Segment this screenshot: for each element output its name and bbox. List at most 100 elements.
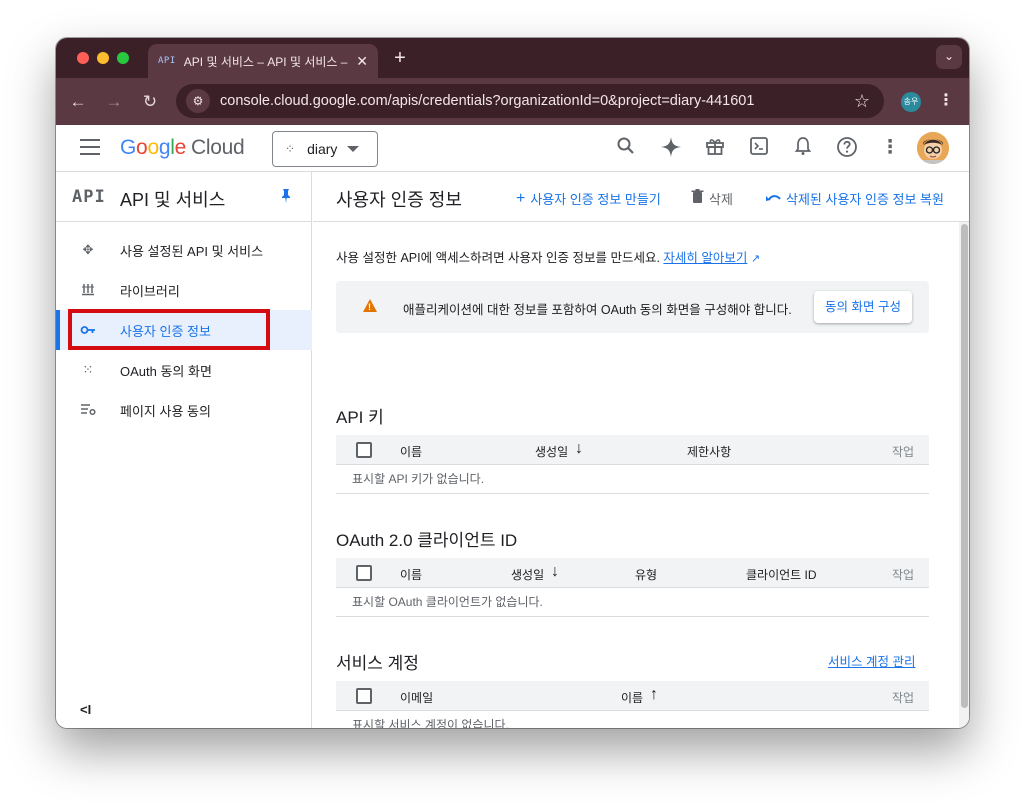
more-options-icon[interactable]: ⋮: [878, 136, 902, 160]
oauth-consent-icon: ⁙: [82, 362, 94, 377]
column-created[interactable]: 생성일: [535, 443, 568, 460]
column-actions: 작업: [892, 691, 915, 705]
select-all-checkbox[interactable]: [356, 565, 372, 581]
empty-state-row: 표시할 서비스 계정이 없습니다.: [336, 711, 929, 728]
oauth-clients-table: 이름 생성일 ↓ 유형 클라이언트 ID 작업 표시할 OAuth 클라이언트가…: [336, 558, 929, 617]
sidebar-title: API 및 서비스: [120, 190, 226, 210]
column-name[interactable]: 이름: [400, 566, 422, 583]
page-header: 사용자 인증 정보 + 사용자 인증 정보 만들기 삭제 삭제된 사용자 인증 …: [313, 172, 969, 222]
gift-icon[interactable]: [703, 136, 727, 160]
trash-icon: [691, 189, 704, 208]
banner-text: 애플리케이션에 대한 정보를 포함하여 OAuth 동의 화면을 구성해야 합니…: [403, 303, 792, 317]
column-actions: 작업: [892, 445, 915, 459]
service-accounts-title: 서비스 계정: [336, 654, 419, 673]
user-avatar[interactable]: [917, 132, 949, 164]
column-type: 유형: [635, 568, 658, 582]
sort-up-arrow-icon[interactable]: ↑: [650, 686, 658, 704]
url-text[interactable]: console.cloud.google.com/apis/credential…: [220, 93, 854, 109]
google-cloud-logo[interactable]: Google Cloud: [120, 136, 245, 160]
browser-toolbar: ← → ↻ ⚙ console.cloud.google.com/apis/cr…: [56, 78, 969, 125]
close-window-button[interactable]: [77, 52, 89, 64]
back-arrow-icon[interactable]: ←: [66, 90, 90, 114]
library-icon: [80, 282, 96, 298]
api-keys-title: API 키: [336, 408, 384, 427]
sidebar-item-page-usage[interactable]: 페이지 사용 동의: [56, 390, 312, 430]
select-all-checkbox[interactable]: [356, 442, 372, 458]
sidebar-item-oauth-consent[interactable]: ⁙ OAuth 동의 화면: [56, 350, 312, 390]
page-usage-agreements-icon: [80, 402, 96, 418]
tab-close-icon[interactable]: ✕: [356, 53, 368, 70]
column-created[interactable]: 생성일: [511, 566, 544, 583]
column-email[interactable]: 이메일: [400, 689, 433, 706]
hamburger-menu-icon[interactable]: [80, 139, 100, 157]
sidebar-item-library[interactable]: 라이브러리: [56, 270, 312, 310]
sidebar-item-label: 라이브러리: [120, 283, 180, 299]
scrollbar-thumb[interactable]: [961, 224, 968, 708]
scrollbar[interactable]: [959, 222, 969, 728]
notifications-bell-icon[interactable]: [791, 136, 815, 160]
browser-tab[interactable]: API API 및 서비스 – API 및 서비스 – G ✕: [148, 44, 378, 78]
column-name[interactable]: 이름: [621, 689, 643, 706]
select-all-checkbox[interactable]: [356, 688, 372, 704]
learn-more-link[interactable]: 자세히 알아보기: [663, 251, 747, 265]
main-content: 사용자 인증 정보 + 사용자 인증 정보 만들기 삭제 삭제된 사용자 인증 …: [313, 172, 969, 728]
configure-consent-screen-button[interactable]: 동의 화면 구성: [814, 291, 912, 323]
maximize-window-button[interactable]: [117, 52, 129, 64]
browser-menu-icon[interactable]: ⋮: [938, 90, 954, 110]
console-header: Google Cloud ⁘ diary ⋮: [56, 125, 969, 172]
cloud-shell-terminal-icon[interactable]: [747, 136, 771, 160]
sort-down-arrow-icon[interactable]: ↓: [575, 440, 583, 458]
help-icon[interactable]: [835, 136, 859, 160]
sidebar-item-enabled-apis[interactable]: ✥ 사용 설정된 API 및 서비스: [56, 230, 312, 270]
restore-deleted-credentials-button[interactable]: 삭제된 사용자 인증 정보 복원: [765, 189, 944, 208]
minimize-window-button[interactable]: [97, 52, 109, 64]
sidebar-item-label: 사용 설정된 API 및 서비스: [120, 243, 264, 259]
bookmark-star-icon[interactable]: ☆: [854, 91, 870, 112]
page-title: 사용자 인증 정보: [336, 190, 462, 210]
sidebar-item-label: OAuth 동의 화면: [120, 363, 212, 379]
empty-state-row: 표시할 API 키가 없습니다.: [336, 465, 929, 494]
empty-state-row: 표시할 OAuth 클라이언트가 없습니다.: [336, 588, 929, 617]
search-icon[interactable]: [614, 136, 638, 160]
external-link-icon: ↗: [750, 253, 761, 265]
tab-strip: API API 및 서비스 – API 및 서비스 – G ✕ + ⌄: [56, 38, 969, 78]
address-bar[interactable]: ⚙ console.cloud.google.com/apis/credenti…: [176, 84, 884, 118]
collapse-sidebar-icon[interactable]: <I: [80, 702, 91, 717]
column-restrictions: 제한사항: [687, 445, 732, 459]
project-name: diary: [307, 141, 338, 157]
reload-icon[interactable]: ↻: [138, 90, 162, 114]
api-logo-icon: API: [72, 187, 106, 207]
sidebar-header: API API 및 서비스: [56, 172, 312, 222]
create-credentials-button[interactable]: + 사용자 인증 정보 만들기: [516, 189, 661, 208]
service-accounts-table: 이메일 이름 ↑ 작업 표시할 서비스 계정이 없습니다.: [336, 681, 929, 728]
sort-down-arrow-icon[interactable]: ↓: [551, 563, 559, 581]
sidebar-item-label: 페이지 사용 동의: [120, 403, 211, 419]
table-header: 이름 생성일 ↓ 제한사항 작업: [336, 435, 929, 465]
oauth-warning-banner: ! 애플리케이션에 대한 정보를 포함하여 OAuth 동의 화면을 구성해야 …: [336, 281, 929, 333]
tab-favicon: API: [158, 56, 176, 66]
column-client-id: 클라이언트 ID: [746, 568, 817, 582]
gemini-sparkle-icon[interactable]: [659, 136, 683, 160]
project-icon: ⁘: [285, 142, 296, 156]
tab-title: API 및 서비스 – API 및 서비스 – G: [183, 54, 351, 69]
table-header: 이메일 이름 ↑ 작업: [336, 681, 929, 711]
enabled-apis-icon: ✥: [82, 242, 94, 257]
delete-button[interactable]: 삭제: [691, 189, 733, 208]
new-tab-button[interactable]: +: [390, 46, 410, 70]
highlight-annotation-box: [68, 309, 270, 350]
undo-icon: [765, 190, 781, 208]
browser-window: API API 및 서비스 – API 및 서비스 – G ✕ + ⌄ ← → …: [56, 38, 969, 728]
project-picker[interactable]: ⁘ diary: [272, 131, 378, 167]
pin-icon[interactable]: [278, 188, 294, 204]
manage-service-accounts-link[interactable]: 서비스 계정 관리: [828, 651, 915, 670]
api-keys-table: 이름 생성일 ↓ 제한사항 작업 표시할 API 키가 없습니다.: [336, 435, 929, 494]
profile-avatar[interactable]: 송우: [901, 92, 921, 112]
table-header: 이름 생성일 ↓ 유형 클라이언트 ID 작업: [336, 558, 929, 588]
intro-text: 사용 설정한 API에 액세스하려면 사용자 인증 정보를 만드세요. 자세히 …: [336, 251, 761, 265]
site-settings-icon[interactable]: ⚙: [186, 89, 210, 113]
column-name[interactable]: 이름: [400, 443, 422, 460]
oauth-clients-title: OAuth 2.0 클라이언트 ID: [336, 531, 518, 550]
dropdown-caret-icon: [347, 146, 360, 152]
tab-search-chevron-icon[interactable]: ⌄: [936, 45, 962, 69]
forward-arrow-icon[interactable]: →: [102, 90, 126, 114]
